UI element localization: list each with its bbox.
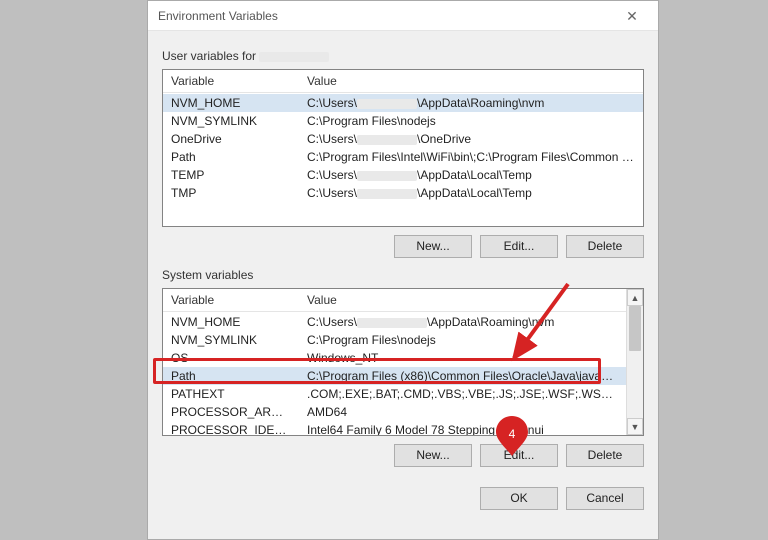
scroll-up-icon[interactable]: ▲ xyxy=(627,289,643,306)
value-cell: Intel64 Family 6 Model 78 Stepping 3, Ge… xyxy=(299,422,626,436)
value-cell: Windows_NT xyxy=(299,350,626,366)
value-cell: .COM;.EXE;.BAT;.CMD;.VBS;.VBE;.JS;.JSE;.… xyxy=(299,386,626,402)
variable-cell: OneDrive xyxy=(163,131,299,147)
system-list-header[interactable]: Variable Value xyxy=(163,289,643,312)
system-variables-label: System variables xyxy=(162,268,644,282)
system-delete-button[interactable]: Delete xyxy=(566,444,644,467)
cancel-button[interactable]: Cancel xyxy=(566,487,644,510)
variable-cell: NVM_SYMLINK xyxy=(163,332,299,348)
table-row[interactable]: PATHEXT.COM;.EXE;.BAT;.CMD;.VBS;.VBE;.JS… xyxy=(163,385,626,403)
table-row[interactable]: PROCESSOR_IDENTIFIERIntel64 Family 6 Mod… xyxy=(163,421,626,436)
user-variables-list[interactable]: Variable Value NVM_HOMEC:\Users\\AppData… xyxy=(162,69,644,227)
variable-cell: Path xyxy=(163,368,299,384)
variable-cell: PROCESSOR_ARCHITECTU... xyxy=(163,404,299,420)
variable-cell: PROCESSOR_IDENTIFIER xyxy=(163,422,299,436)
user-label-prefix: User variables for xyxy=(162,49,259,63)
user-new-button[interactable]: New... xyxy=(394,235,472,258)
value-cell: C:\Program Files\nodejs xyxy=(299,332,626,348)
column-variable[interactable]: Variable xyxy=(163,289,299,311)
value-cell: C:\Program Files (x86)\Common Files\Orac… xyxy=(299,368,626,384)
system-variables-list[interactable]: Variable Value NVM_HOMEC:\Users\\AppData… xyxy=(162,288,644,436)
value-cell: C:\Program Files\nodejs xyxy=(299,113,643,129)
user-delete-button[interactable]: Delete xyxy=(566,235,644,258)
scrollbar[interactable]: ▲ ▼ xyxy=(626,289,643,435)
table-row[interactable]: PathC:\Program Files (x86)\Common Files\… xyxy=(163,367,626,385)
table-row[interactable]: NVM_HOMEC:\Users\\AppData\Roaming\nvm xyxy=(163,313,626,331)
user-list-header[interactable]: Variable Value xyxy=(163,70,643,93)
value-cell: AMD64 xyxy=(299,404,626,420)
variable-cell: TEMP xyxy=(163,167,299,183)
variable-cell: NVM_HOME xyxy=(163,95,299,111)
ok-button[interactable]: OK xyxy=(480,487,558,510)
variable-cell: TMP xyxy=(163,185,299,201)
user-rows: NVM_HOMEC:\Users\\AppData\Roaming\nvmNVM… xyxy=(163,94,643,202)
column-value[interactable]: Value xyxy=(299,289,643,311)
user-variables-label: User variables for xyxy=(162,49,644,63)
variable-cell: NVM_HOME xyxy=(163,314,299,330)
table-row[interactable]: NVM_SYMLINKC:\Program Files\nodejs xyxy=(163,112,643,130)
table-row[interactable]: OSWindows_NT xyxy=(163,349,626,367)
scroll-thumb[interactable] xyxy=(629,306,641,351)
system-new-button[interactable]: New... xyxy=(394,444,472,467)
value-cell: C:\Users\\AppData\Local\Temp xyxy=(299,167,643,183)
scroll-down-icon[interactable]: ▼ xyxy=(627,418,643,435)
window-title: Environment Variables xyxy=(158,1,278,31)
column-variable[interactable]: Variable xyxy=(163,70,299,92)
variable-cell: PATHEXT xyxy=(163,386,299,402)
system-variables-group: System variables Variable Value NVM_HOME… xyxy=(162,268,644,467)
system-rows: NVM_HOMEC:\Users\\AppData\Roaming\nvmNVM… xyxy=(163,313,626,436)
table-row[interactable]: NVM_SYMLINKC:\Program Files\nodejs xyxy=(163,331,626,349)
value-cell: C:\Program Files\Intel\WiFi\bin\;C:\Prog… xyxy=(299,149,643,165)
user-edit-button[interactable]: Edit... xyxy=(480,235,558,258)
table-row[interactable]: OneDriveC:\Users\\OneDrive xyxy=(163,130,643,148)
redacted-username xyxy=(259,52,329,62)
env-vars-dialog: Environment Variables ✕ User variables f… xyxy=(147,0,659,540)
user-button-row: New... Edit... Delete xyxy=(162,235,644,258)
column-value[interactable]: Value xyxy=(299,70,643,92)
variable-cell: OS xyxy=(163,350,299,366)
variable-cell: Path xyxy=(163,149,299,165)
value-cell: C:\Users\\OneDrive xyxy=(299,131,643,147)
dialog-button-row: OK Cancel xyxy=(148,477,658,510)
system-button-row: New... Edit... Delete xyxy=(162,444,644,467)
scroll-track[interactable] xyxy=(627,306,643,418)
close-icon[interactable]: ✕ xyxy=(614,1,650,31)
dialog-content: User variables for Variable Value NVM_HO… xyxy=(148,31,658,477)
system-edit-button[interactable]: Edit... xyxy=(480,444,558,467)
table-row[interactable]: NVM_HOMEC:\Users\\AppData\Roaming\nvm xyxy=(163,94,643,112)
user-variables-group: User variables for Variable Value NVM_HO… xyxy=(162,49,644,258)
table-row[interactable]: PROCESSOR_ARCHITECTU...AMD64 xyxy=(163,403,626,421)
table-row[interactable]: TEMPC:\Users\\AppData\Local\Temp xyxy=(163,166,643,184)
value-cell: C:\Users\\AppData\Roaming\nvm xyxy=(299,95,643,111)
table-row[interactable]: PathC:\Program Files\Intel\WiFi\bin\;C:\… xyxy=(163,148,643,166)
titlebar: Environment Variables ✕ xyxy=(148,1,658,31)
value-cell: C:\Users\\AppData\Roaming\nvm xyxy=(299,314,626,330)
table-row[interactable]: TMPC:\Users\\AppData\Local\Temp xyxy=(163,184,643,202)
value-cell: C:\Users\\AppData\Local\Temp xyxy=(299,185,643,201)
variable-cell: NVM_SYMLINK xyxy=(163,113,299,129)
